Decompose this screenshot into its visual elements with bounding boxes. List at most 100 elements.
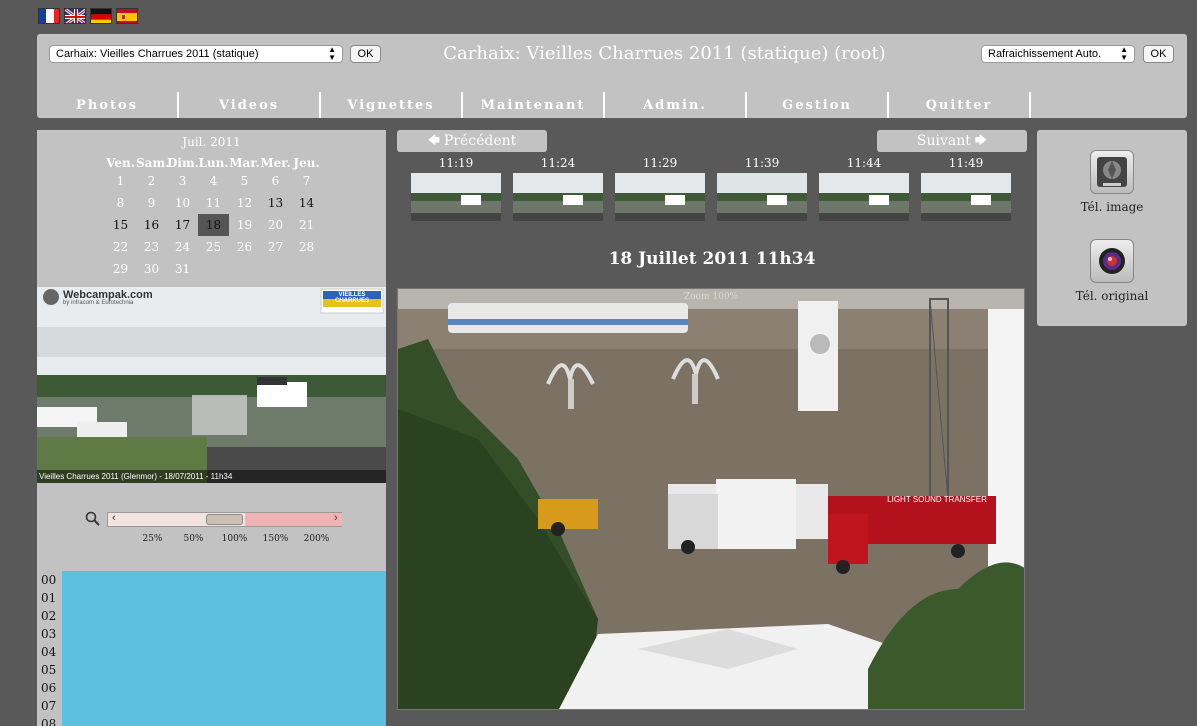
calendar-grid: Ven. Sam. Dim. Lun. Mar. Mer. Jeu. 12345… [105,156,322,280]
calendar-day[interactable]: 14 [291,192,322,214]
flag-fr-icon[interactable] [38,8,60,24]
nav-videos[interactable]: Videos [179,92,321,118]
nav-quitter[interactable]: Quitter [889,92,1031,118]
thumbnail-time: 11:44 [846,156,882,170]
thumbnail-image[interactable] [921,173,1011,221]
calendar-day: 19 [236,218,253,232]
calendar-header: Ven. Sam. Dim. Lun. Mar. Mer. Jeu. [105,156,322,170]
hour-label[interactable]: 03 [37,625,62,643]
zoom-slider-handle[interactable] [206,514,243,525]
calendar-day [198,258,229,280]
hour-label[interactable]: 06 [37,679,62,697]
site-select[interactable]: Carhaix: Vieilles Charrues 2011 (statiqu… [49,45,343,63]
calendar-day: 27 [267,240,284,254]
calendar-day: 8 [116,196,125,210]
calendar-day[interactable]: 18 [198,214,229,236]
hour-label[interactable]: 08 [37,715,62,726]
download-image-label: Tél. image [1080,200,1144,214]
page-title: Carhaix: Vieilles Charrues 2011 (statiqu… [443,43,886,64]
calendar-day: 12 [236,196,253,210]
download-original-button[interactable]: Tél. original [1037,239,1187,303]
previous-button[interactable]: 🡄 Précédent [397,130,547,152]
nav-admin[interactable]: Admin. [605,92,747,118]
calendar-day: 10 [174,196,191,210]
thumbnail-image[interactable] [717,173,807,221]
download-image-button[interactable]: Tél. image [1037,150,1187,214]
refresh-select-value: Rafraichissement Auto. [988,48,1102,60]
calendar-day: 23 [143,240,160,254]
calendar-day: 9 [147,196,156,210]
calendar-day[interactable]: 13 [260,192,291,214]
zoom-left-arrow-icon[interactable]: ‹ [112,512,116,524]
calendar-month: Juil. 2011 [182,135,241,149]
camera-shutter-icon [1090,150,1134,194]
thumbnail-item[interactable]: 11:29 [615,156,705,221]
calendar-day: 26 [236,240,253,254]
hour-list: 00 01 02 03 04 05 06 07 08 [37,571,62,726]
calendar-panel: Juil. 2011 Ven. Sam. Dim. Lun. Mar. Mer.… [37,130,386,287]
weekday-label: Mar. [229,156,260,170]
nav-maintenant[interactable]: Maintenant [463,92,605,118]
calendar-day: 25 [205,240,222,254]
zoom-right-arrow-icon[interactable]: › [334,512,338,524]
thumbnail-item[interactable]: 11:49 [921,156,1011,221]
thumbnail-item[interactable]: 11:39 [717,156,807,221]
calendar-day: 22 [112,240,129,254]
thumbnail-image[interactable] [819,173,909,221]
next-label: Suivant [916,133,971,149]
main-nav: Photos Videos Vignettes Maintenant Admin… [37,92,1031,118]
calendar-day[interactable]: 16 [136,214,167,236]
hour-label[interactable]: 04 [37,643,62,661]
select-arrows-icon: ▲ ▼ [328,45,336,62]
calendar-day: 11 [205,196,222,210]
calendar-week-row: 8 9 10 11 12 13 14 [105,192,322,214]
arrow-left-icon: 🡄 [427,132,444,147]
nav-vignettes[interactable]: Vignettes [321,92,463,118]
refresh-select[interactable]: Rafraichissement Auto. ▲ ▼ [981,45,1135,63]
thumbnail-scene [37,287,386,483]
calendar-day: 28 [298,240,315,254]
hour-label[interactable]: 00 [37,571,62,589]
calendar-day: 31 [174,262,191,276]
language-flags [38,8,138,24]
weekday-label: Ven. [106,156,135,170]
flag-es-icon[interactable] [116,8,138,24]
header-panel: Carhaix: Vieilles Charrues 2011 (statiqu… [37,34,1187,118]
thumbnail-item[interactable]: 11:19 [411,156,501,221]
refresh-ok-button[interactable]: OK [1143,45,1174,63]
thumbnail-strip: 11:19 11:24 11:29 11:39 11:44 11:49 [411,156,1011,221]
zoom-label: 200% [303,534,330,544]
calendar-day: 24 [174,240,191,254]
main-webcam-image[interactable]: LIGHT SOUND TRANSFER Zoom 100% [397,288,1025,710]
hour-label[interactable]: 01 [37,589,62,607]
calendar-day[interactable]: 17 [167,214,198,236]
calendar-day: 6 [271,174,280,188]
hour-label[interactable]: 05 [37,661,62,679]
next-button[interactable]: Suivant 🡆 [877,130,1027,152]
thumbnail-time: 11:49 [948,156,984,170]
zoom-labels: 25% 50% 100% 150% 200% [132,534,337,544]
thumbnail-item[interactable]: 11:24 [513,156,603,221]
calendar-day [291,258,322,280]
nav-photos[interactable]: Photos [37,92,179,118]
nav-gestion[interactable]: Gestion [747,92,889,118]
thumbnail-image[interactable] [615,173,705,221]
calendar-day[interactable]: 15 [105,214,136,236]
calendar-week-row: 1 2 3 4 5 6 7 [105,170,322,192]
thumbnail-image[interactable] [513,173,603,221]
site-ok-button[interactable]: OK [350,45,381,63]
thumbnail-image[interactable] [411,173,501,221]
flag-de-icon[interactable] [90,8,112,24]
zoom-slider[interactable]: ‹ › [107,512,342,527]
zoom-label: 150% [262,534,289,544]
calendar-day: 20 [267,218,284,232]
hour-availability-bar[interactable] [62,571,386,726]
zoom-label: 25% [142,534,163,544]
zoom-label: 100% [221,534,248,544]
hour-label[interactable]: 02 [37,607,62,625]
previous-label: Précédent [443,133,517,149]
hour-label[interactable]: 07 [37,697,62,715]
flag-uk-icon[interactable] [64,8,86,24]
webcam-thumbnail[interactable]: Webcampak.com by infracom & Eurotechnia … [37,287,386,483]
thumbnail-item[interactable]: 11:44 [819,156,909,221]
